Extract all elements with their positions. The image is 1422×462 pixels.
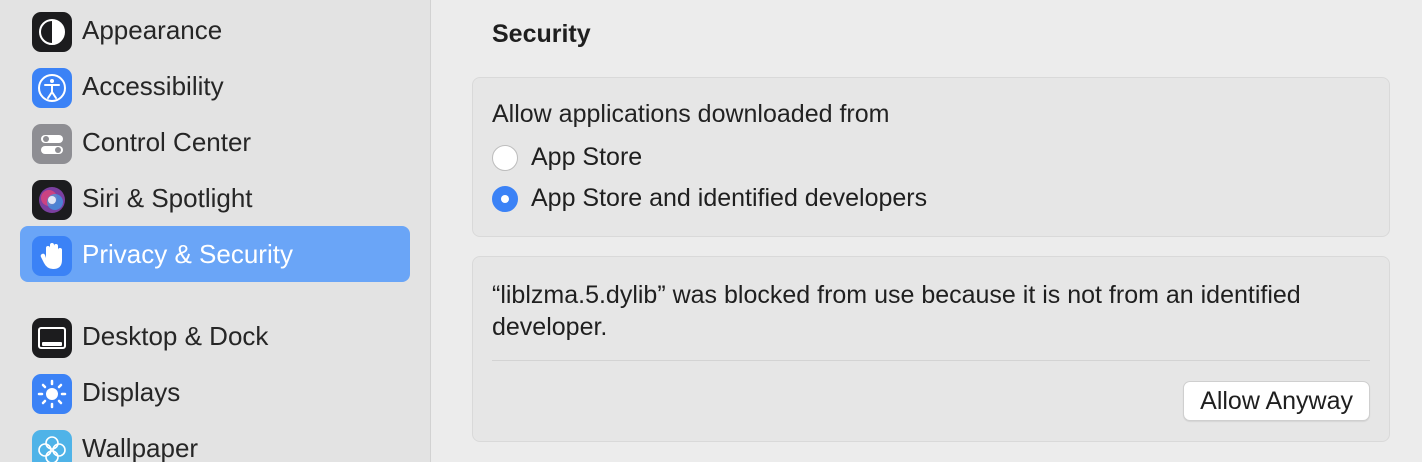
sidebar-item-desktop-dock[interactable]: Desktop & Dock	[20, 308, 410, 364]
siri-icon	[32, 180, 72, 220]
sidebar-item-label: Displays	[82, 377, 181, 407]
sidebar-item-label: Desktop & Dock	[82, 321, 269, 351]
sidebar-item-label: Siri & Spotlight	[82, 183, 253, 213]
download-source-card: Allow applications downloaded from App S…	[472, 77, 1390, 237]
allow-anyway-button[interactable]: Allow Anyway	[1183, 381, 1370, 421]
sidebar-item-label: Privacy & Security	[82, 239, 293, 269]
sidebar-item-wallpaper[interactable]: Wallpaper	[20, 420, 410, 462]
flower-icon	[32, 430, 72, 462]
control-center-icon	[32, 124, 72, 164]
sidebar-item-accessibility[interactable]: Accessibility	[20, 58, 410, 114]
sidebar-item-control-center[interactable]: Control Center	[20, 114, 410, 170]
sidebar-item-displays[interactable]: Displays	[20, 364, 410, 420]
radio-label: App Store	[531, 143, 643, 171]
sidebar-item-label: Wallpaper	[82, 433, 199, 462]
hand-icon	[32, 236, 72, 276]
download-source-heading: Allow applications downloaded from	[492, 100, 890, 128]
sidebar-item-label: Control Center	[82, 127, 252, 157]
blocked-library-card: “liblzma.5.dylib” was blocked from use b…	[472, 256, 1390, 442]
section-title: Security	[492, 20, 591, 48]
radio-button-selected[interactable]	[492, 186, 518, 212]
sidebar-item-appearance[interactable]: Appearance	[20, 2, 410, 58]
sidebar-item-privacy-security[interactable]: Privacy & Security	[20, 226, 410, 282]
appearance-icon	[32, 12, 72, 52]
main-pane: Security Allow applications downloaded f…	[431, 0, 1422, 462]
sidebar-item-siri-spotlight[interactable]: Siri & Spotlight	[20, 170, 410, 226]
sidebar: Appearance Accessibility Control Center …	[0, 0, 431, 462]
sidebar-item-label: Accessibility	[82, 71, 224, 101]
blocked-message: “liblzma.5.dylib” was blocked from use b…	[492, 281, 1301, 341]
sidebar-item-label: Appearance	[82, 15, 223, 45]
dock-icon	[32, 318, 72, 358]
accessibility-icon	[32, 68, 72, 108]
radio-button[interactable]	[492, 145, 518, 171]
sun-icon	[32, 374, 72, 414]
radio-label: App Store and identified developers	[531, 184, 928, 212]
divider	[492, 360, 1370, 361]
